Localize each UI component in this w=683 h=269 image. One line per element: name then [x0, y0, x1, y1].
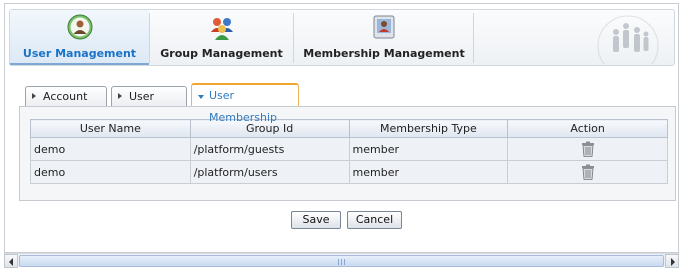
membership-table: User Name Group Id Membership Type Actio… [30, 119, 668, 184]
nav-user-management[interactable]: User Management [10, 10, 149, 65]
nav-membership-management-label: Membership Management [303, 47, 465, 60]
cell-group-id: /platform/guests [189, 137, 350, 161]
arrow-right-icon [671, 258, 675, 266]
cell-action [507, 137, 668, 161]
nav-group-management-label: Group Management [160, 47, 283, 60]
nav-user-management-label: User Management [22, 47, 137, 60]
cell-user-name: demo [30, 137, 191, 161]
nav-membership-management[interactable]: Membership Management [294, 10, 474, 65]
tab-account-info[interactable]: Account Info [25, 86, 107, 122]
nav-group-management[interactable]: Group Management [150, 10, 293, 65]
trash-icon[interactable] [581, 164, 595, 180]
scroll-right-button[interactable] [665, 254, 679, 268]
cell-membership-type: member [348, 160, 509, 184]
cell-user-name: demo [30, 160, 191, 184]
column-header-membership-type: Membership Type [348, 119, 509, 138]
top-navigation: User Management Group Management Members… [9, 9, 675, 66]
table-row: demo /platform/guests member [30, 137, 668, 161]
cancel-button[interactable]: Cancel [347, 211, 402, 229]
cell-membership-type: member [348, 137, 509, 161]
arrow-right-icon [118, 93, 122, 99]
scroll-left-button[interactable] [4, 254, 18, 268]
arrow-down-icon [198, 95, 204, 99]
trash-icon[interactable] [581, 141, 595, 157]
cell-action [507, 160, 668, 184]
column-header-user-name: User Name [30, 119, 191, 138]
column-header-action: Action [507, 119, 668, 138]
tab-user-profile[interactable]: User Profile [111, 86, 187, 122]
grip-icon [337, 259, 346, 265]
tab-user-membership-label: User Membership [209, 89, 277, 124]
horizontal-scrollbar[interactable] [4, 253, 679, 268]
cell-group-id: /platform/users [189, 160, 350, 184]
save-button[interactable]: Save [291, 211, 341, 229]
nav-divider [473, 13, 474, 63]
table-header-row: User Name Group Id Membership Type Actio… [30, 119, 668, 138]
group-icon [210, 18, 233, 40]
tab-panel-user-membership: User Name Group Id Membership Type Actio… [19, 106, 676, 201]
user-icon [67, 14, 92, 40]
membership-icon [373, 15, 395, 39]
arrow-left-icon [9, 258, 13, 266]
tab-user-membership[interactable]: User Membership [191, 83, 299, 124]
arrow-right-icon [32, 93, 36, 99]
people-watermark-icon [597, 15, 659, 64]
scrollbar-thumb[interactable] [19, 255, 664, 267]
table-row: demo /platform/users member [30, 160, 668, 184]
